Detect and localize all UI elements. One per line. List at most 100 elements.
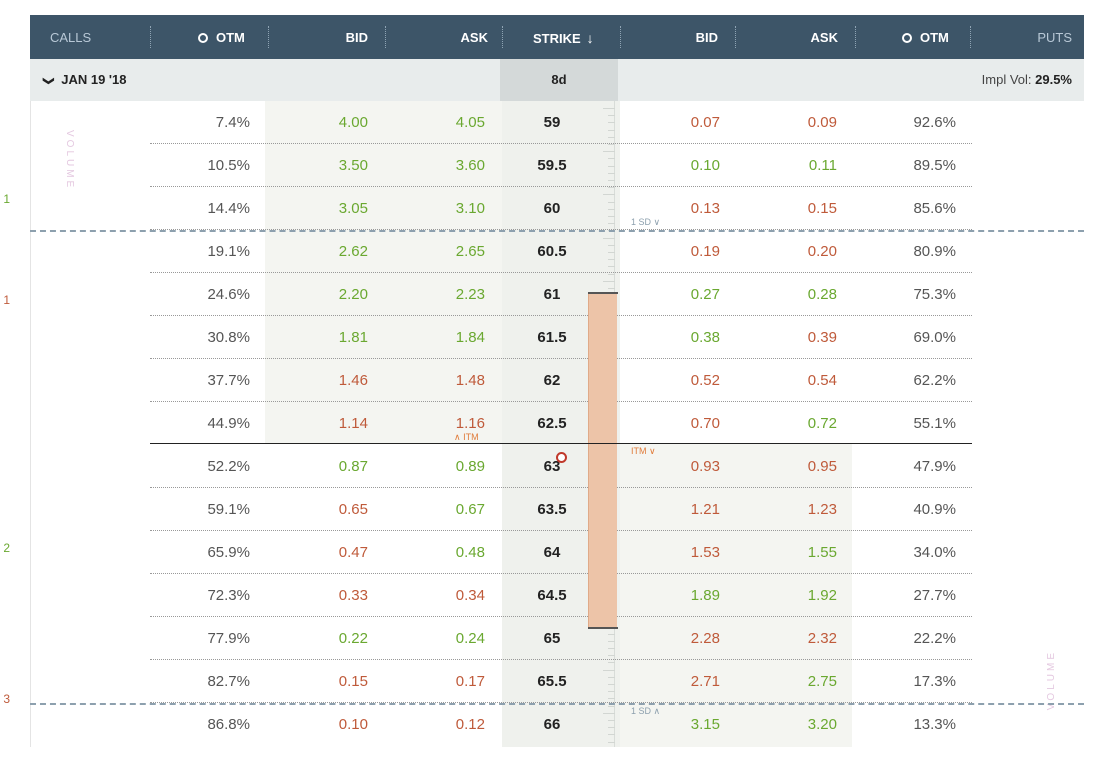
call-bid-cell[interactable]: 4.00 — [265, 101, 368, 144]
put-ask-cell[interactable]: 0.20 — [735, 230, 837, 273]
call-bid-cell[interactable]: 1.46 — [265, 359, 368, 402]
put-bid-cell[interactable]: 1.89 — [620, 574, 720, 617]
call-otm-cell: 65.9% — [207, 544, 250, 561]
call-bid-cell[interactable]: 0.47 — [265, 531, 368, 574]
put-otm-cell: 34.0% — [913, 544, 956, 561]
put-bid-cell[interactable]: 1.21 — [620, 488, 720, 531]
call-ask-column-header[interactable]: ASK — [400, 15, 488, 59]
call-bid-cell[interactable]: 1.81 — [265, 316, 368, 359]
put-ask-cell[interactable]: 1.55 — [735, 531, 837, 574]
call-bid-cell[interactable]: 1.14 — [265, 402, 368, 445]
header-divider — [855, 26, 856, 48]
table-row[interactable]: 14.4% 3.05 3.10 60 0.13 0.15 85.6% — [150, 187, 972, 230]
put-bid-cell[interactable]: 0.27 — [620, 273, 720, 316]
table-row[interactable]: 24.6% 2.20 2.23 61 0.27 0.28 75.3% — [150, 273, 972, 316]
expiry-toggle[interactable]: ❯ JAN 19 '18 — [43, 59, 127, 102]
put-ask-cell[interactable]: 2.32 — [735, 617, 837, 660]
table-row[interactable]: 86.8% 0.10 0.12 66 3.15 3.20 13.3% — [150, 703, 972, 746]
call-ask-cell[interactable]: 2.65 — [385, 230, 485, 273]
call-bid-cell[interactable]: 3.50 — [265, 144, 368, 187]
call-bid-cell[interactable]: 0.15 — [265, 660, 368, 703]
call-ask-cell[interactable]: 0.48 — [385, 531, 485, 574]
put-otm-column-header[interactable]: OTM — [902, 15, 949, 59]
put-ask-cell[interactable]: 0.28 — [735, 273, 837, 316]
put-bid-cell[interactable]: 1.53 — [620, 531, 720, 574]
call-ask-cell[interactable]: 2.23 — [385, 273, 485, 316]
strike-cell: 59.5 — [537, 157, 567, 174]
table-row[interactable]: 77.9% 0.22 0.24 65 2.28 2.32 22.2% — [150, 617, 972, 660]
put-ask-cell[interactable]: 1.23 — [735, 488, 837, 531]
call-ask-cell[interactable]: 0.24 — [385, 617, 485, 660]
lower-1sd-line — [30, 703, 1084, 705]
put-bid-cell[interactable]: 0.10 — [620, 144, 720, 187]
call-bid-cell[interactable]: 2.20 — [265, 273, 368, 316]
put-otm-cell: 47.9% — [913, 458, 956, 475]
call-bid-cell[interactable]: 0.87 — [265, 445, 368, 488]
call-bid-cell[interactable]: 0.22 — [265, 617, 368, 660]
call-otm-column-header[interactable]: OTM — [198, 15, 245, 59]
put-ask-cell[interactable]: 0.09 — [735, 101, 837, 144]
call-bid-cell[interactable]: 2.62 — [265, 230, 368, 273]
call-ask-cell[interactable]: 0.67 — [385, 488, 485, 531]
table-row[interactable]: 59.1% 0.65 0.67 63.5 1.21 1.23 40.9% — [150, 488, 972, 531]
expiry-row[interactable]: ❯ JAN 19 '18 8d Impl Vol: 29.5% — [30, 59, 1084, 101]
put-bid-cell[interactable]: 0.07 — [620, 101, 720, 144]
call-ask-cell[interactable]: 4.05 — [385, 101, 485, 144]
impl-vol-value: 29.5% — [1035, 72, 1072, 87]
put-ask-cell[interactable]: 3.20 — [735, 703, 837, 746]
table-row[interactable]: 37.7% 1.46 1.48 62 0.52 0.54 62.2% — [150, 359, 972, 402]
header-divider — [150, 26, 151, 48]
put-bid-column-header[interactable]: BID — [630, 15, 718, 59]
header-divider — [620, 26, 621, 48]
put-ask-cell[interactable]: 0.54 — [735, 359, 837, 402]
call-bid-column-header[interactable]: BID — [280, 15, 368, 59]
put-bid-cell[interactable]: 2.71 — [620, 660, 720, 703]
put-ask-cell[interactable]: 0.39 — [735, 316, 837, 359]
put-bid-cell[interactable]: 0.52 — [620, 359, 720, 402]
expected-move-top-cap — [588, 292, 618, 294]
call-bid-cell[interactable]: 0.65 — [265, 488, 368, 531]
put-otm-cell: 89.5% — [913, 157, 956, 174]
put-ask-cell[interactable]: 0.95 — [735, 445, 837, 488]
strike-cell: 66 — [543, 716, 561, 733]
call-ask-cell[interactable]: 3.10 — [385, 187, 485, 230]
put-otm-cell: 62.2% — [913, 372, 956, 389]
put-ask-cell[interactable]: 2.75 — [735, 660, 837, 703]
call-ask-cell[interactable]: 0.12 — [385, 703, 485, 746]
table-row[interactable]: 72.3% 0.33 0.34 64.5 1.89 1.92 27.7% — [150, 574, 972, 617]
put-ask-cell[interactable]: 0.15 — [735, 187, 837, 230]
table-row[interactable]: 10.5% 3.50 3.60 59.5 0.10 0.11 89.5% — [150, 144, 972, 187]
chevron-down-icon: ❯ — [42, 76, 55, 86]
strike-cell: 60.5 — [537, 243, 567, 260]
call-ask-cell[interactable]: 1.48 — [385, 359, 485, 402]
call-ask-cell[interactable]: 0.89 — [385, 445, 485, 488]
put-bid-cell[interactable]: 0.19 — [620, 230, 720, 273]
puts-volume-label: VOLUME — [1046, 650, 1057, 711]
put-ask-column-header[interactable]: ASK — [750, 15, 838, 59]
put-bid-cell[interactable]: 2.28 — [620, 617, 720, 660]
call-ask-cell[interactable]: 0.17 — [385, 660, 485, 703]
expected-move-bottom-cap — [588, 627, 618, 629]
call-ask-cell[interactable]: 0.34 — [385, 574, 485, 617]
put-otm-cell: 80.9% — [913, 243, 956, 260]
call-ask-cell[interactable]: 3.60 — [385, 144, 485, 187]
call-bid-cell[interactable]: 0.33 — [265, 574, 368, 617]
table-row[interactable]: 30.8% 1.81 1.84 61.5 0.38 0.39 69.0% — [150, 316, 972, 359]
table-row[interactable]: 7.4% 4.00 4.05 59 0.07 0.09 92.6% — [150, 101, 972, 144]
call-ask-cell[interactable]: 1.84 — [385, 316, 485, 359]
put-ask-cell[interactable]: 0.72 — [735, 402, 837, 445]
table-row[interactable]: 44.9% 1.14 1.16 62.5 0.70 0.72 55.1% — [150, 402, 972, 445]
strike-column-header[interactable]: STRIKE ↓ — [533, 15, 594, 59]
call-bid-cell[interactable]: 0.10 — [265, 703, 368, 746]
put-ask-cell[interactable]: 1.92 — [735, 574, 837, 617]
table-row[interactable]: 82.7% 0.15 0.17 65.5 2.71 2.75 17.3% — [150, 660, 972, 703]
option-chain-header: CALLS OTM BID ASK STRIKE ↓ BID ASK OTM PU… — [30, 15, 1084, 59]
put-bid-cell[interactable]: 0.70 — [620, 402, 720, 445]
put-bid-cell[interactable]: 0.38 — [620, 316, 720, 359]
call-otm-cell: 52.2% — [207, 458, 250, 475]
strike-cell: 59 — [543, 114, 561, 131]
table-row[interactable]: 65.9% 0.47 0.48 64 1.53 1.55 34.0% — [150, 531, 972, 574]
table-row[interactable]: 19.1% 2.62 2.65 60.5 0.19 0.20 80.9% — [150, 230, 972, 273]
put-ask-cell[interactable]: 0.11 — [735, 144, 837, 187]
call-bid-cell[interactable]: 3.05 — [265, 187, 368, 230]
